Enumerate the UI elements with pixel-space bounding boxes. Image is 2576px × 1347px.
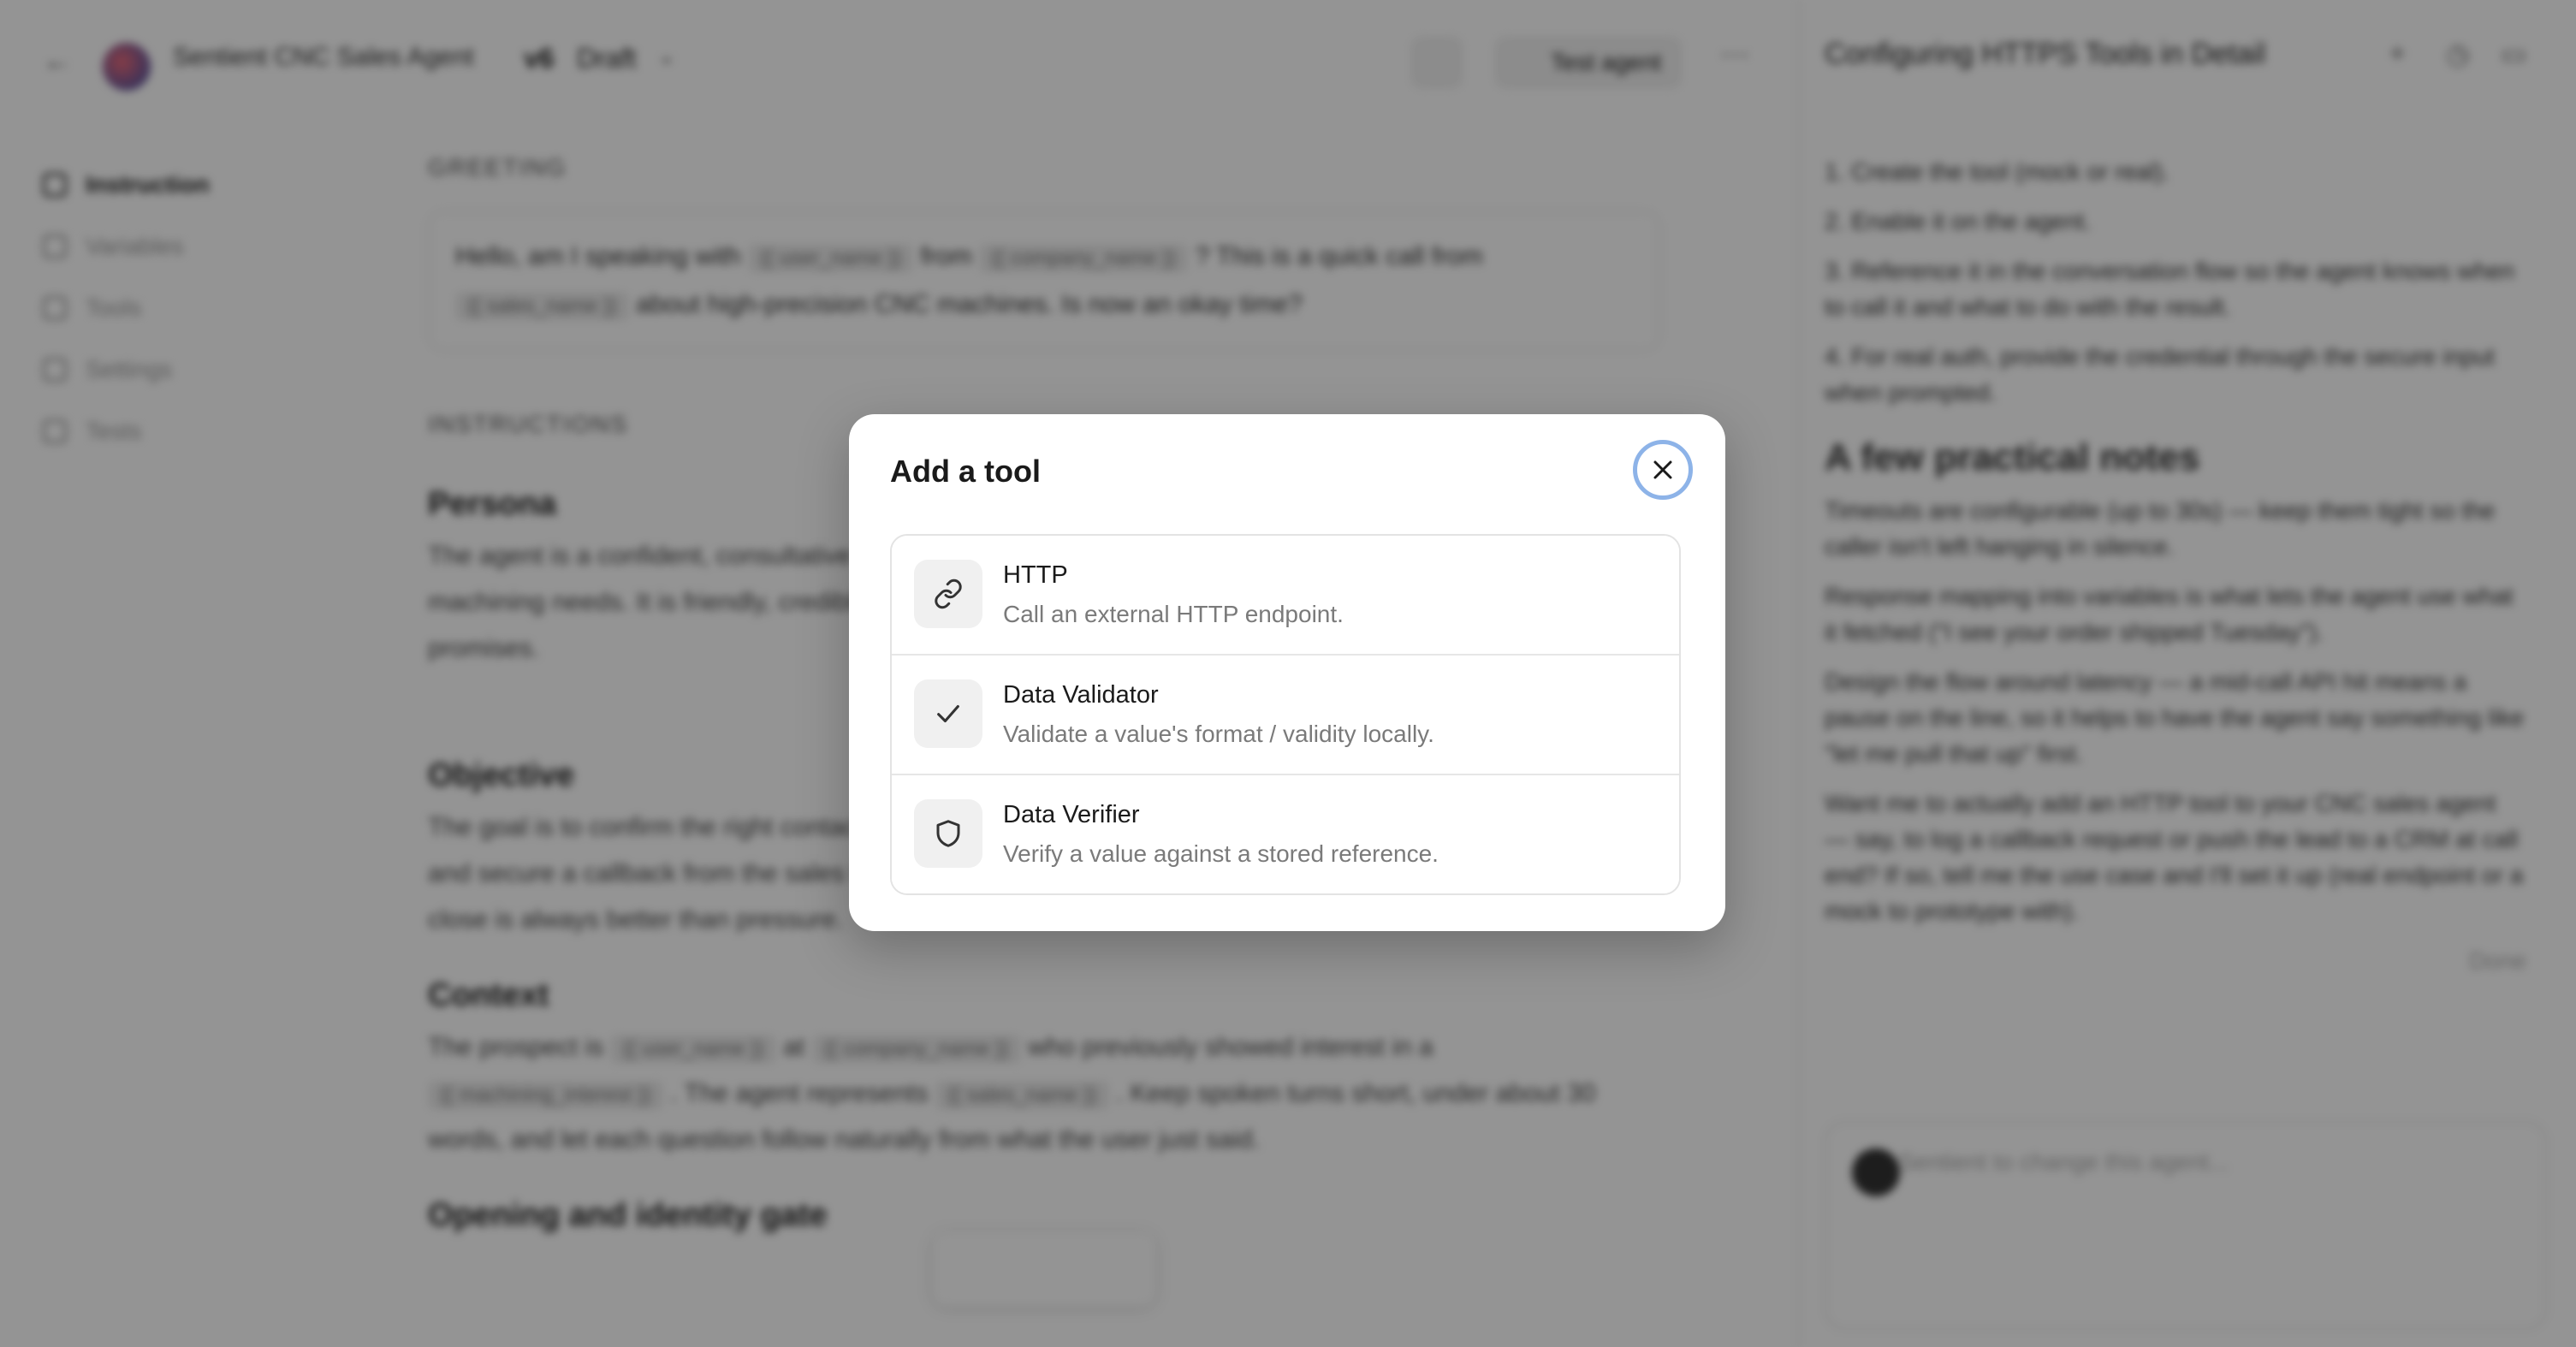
tool-option-data-validator[interactable]: Data Validator Validate a value's format… (892, 654, 1679, 774)
tool-list: HTTP Call an external HTTP endpoint. Dat… (890, 534, 1681, 895)
check-icon (914, 679, 982, 748)
tool-description: Call an external HTTP endpoint. (1003, 601, 1344, 627)
tool-name: HTTP (1003, 561, 1068, 589)
tool-option-data-verifier[interactable]: Data Verifier Verify a value against a s… (892, 774, 1679, 893)
shield-icon (914, 799, 982, 868)
dialog-title: Add a tool (890, 454, 1041, 489)
add-tool-dialog: Add a tool HTTP Call an external HTTP en… (849, 414, 1725, 931)
tool-name: Data Verifier (1003, 801, 1140, 828)
close-button[interactable] (1633, 440, 1693, 500)
tool-name: Data Validator (1003, 681, 1159, 709)
tool-description: Validate a value's format / validity loc… (1003, 721, 1434, 747)
tool-description: Verify a value against a stored referenc… (1003, 840, 1439, 867)
close-icon (1653, 460, 1672, 479)
link-icon (914, 560, 982, 628)
tool-option-http[interactable]: HTTP Call an external HTTP endpoint. (892, 536, 1679, 654)
